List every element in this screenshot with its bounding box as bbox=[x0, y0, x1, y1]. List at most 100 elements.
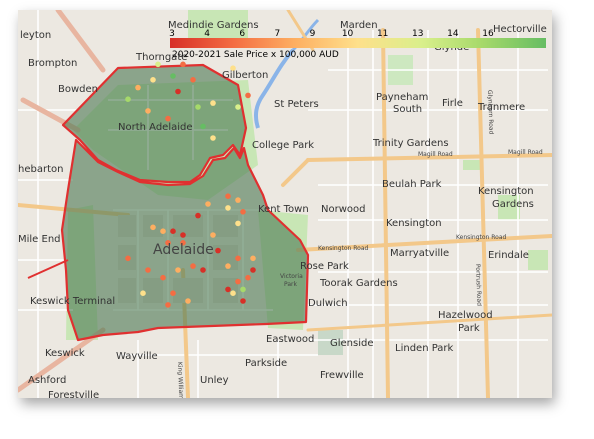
colorbar-tick-label: 11 bbox=[377, 29, 388, 39]
sale-marker[interactable] bbox=[225, 263, 231, 269]
colorbar-tick-label: 6 bbox=[239, 29, 245, 39]
colorbar-tick-label: 14 bbox=[447, 29, 459, 39]
sale-marker[interactable] bbox=[195, 104, 201, 110]
colorbar-tick-label: 16 bbox=[482, 29, 494, 39]
sale-marker[interactable] bbox=[235, 104, 241, 110]
label-rose-park: Rose Park bbox=[300, 261, 349, 272]
label-hazelwood-park: Park bbox=[458, 323, 480, 334]
label-dulwich: Dulwich bbox=[308, 298, 348, 309]
colorbar-tick-label: 7 bbox=[274, 29, 280, 39]
sale-marker[interactable] bbox=[230, 290, 236, 297]
sale-marker[interactable] bbox=[240, 298, 246, 304]
sale-marker[interactable] bbox=[175, 88, 181, 95]
sale-marker[interactable] bbox=[135, 84, 141, 91]
label-adelaide: Adelaide bbox=[153, 242, 214, 258]
sale-marker[interactable] bbox=[240, 286, 246, 293]
sale-marker[interactable] bbox=[200, 123, 206, 130]
sale-marker[interactable] bbox=[245, 92, 251, 99]
map-frame[interactable]: Medindie Gardens Marden Hectorville leyt… bbox=[18, 10, 552, 398]
sale-marker[interactable] bbox=[170, 73, 176, 79]
sale-marker[interactable] bbox=[205, 201, 211, 207]
sale-marker[interactable] bbox=[125, 255, 131, 262]
label-payneham-south: South bbox=[393, 104, 422, 115]
sale-marker[interactable] bbox=[240, 209, 246, 215]
colorbar-gradient bbox=[170, 38, 546, 48]
label-kensington: Kensington bbox=[478, 186, 534, 197]
label-mile-end: Mile End bbox=[18, 234, 61, 245]
label-wayville: Wayville bbox=[116, 351, 158, 362]
label-trinity-gardens: Trinity Gardens bbox=[372, 138, 449, 149]
sale-marker[interactable] bbox=[210, 135, 216, 141]
label-hebarton: hebarton bbox=[18, 164, 63, 175]
colorbar-tick-label: 4 bbox=[204, 29, 210, 39]
label-victoria: Victoria bbox=[280, 273, 303, 280]
sale-marker[interactable] bbox=[150, 77, 156, 83]
label-magill-road-1: Magill Road bbox=[418, 151, 453, 158]
label-kent-town: Kent Town bbox=[258, 204, 309, 215]
sale-marker[interactable] bbox=[225, 193, 231, 199]
label-unley: Unley bbox=[200, 375, 229, 386]
label-magill-road-2: Magill Road bbox=[508, 149, 543, 156]
sale-marker[interactable] bbox=[145, 267, 151, 273]
label-kensington-gardens: Gardens bbox=[492, 199, 534, 210]
label-north-adelaide: North Adelaide bbox=[118, 122, 193, 133]
sale-marker[interactable] bbox=[165, 115, 171, 122]
sale-marker[interactable] bbox=[210, 100, 216, 106]
label-kensington-2: Kensington bbox=[386, 218, 442, 229]
sale-marker[interactable] bbox=[175, 267, 181, 273]
label-erindale: Erindale bbox=[488, 250, 529, 261]
sale-marker[interactable] bbox=[225, 286, 231, 293]
sale-marker[interactable] bbox=[180, 232, 186, 238]
sale-marker[interactable] bbox=[250, 267, 256, 273]
sale-marker[interactable] bbox=[190, 263, 196, 269]
sale-marker[interactable] bbox=[185, 298, 191, 304]
label-keswick: Keswick bbox=[45, 348, 85, 359]
sale-marker[interactable] bbox=[190, 77, 196, 83]
colorbar-title: 2020-2021 Sale Price x 100,000 AUD bbox=[172, 50, 339, 60]
label-gilberton: Gilberton bbox=[222, 70, 268, 81]
label-payneham: Payneham bbox=[376, 92, 428, 103]
label-college-park: College Park bbox=[252, 140, 314, 151]
sale-marker[interactable] bbox=[235, 197, 241, 203]
sale-marker[interactable] bbox=[215, 247, 221, 254]
map-canvas[interactable]: Medindie Gardens Marden Hectorville leyt… bbox=[18, 10, 552, 398]
sale-marker[interactable] bbox=[160, 274, 166, 281]
sale-marker[interactable] bbox=[170, 228, 176, 234]
sale-marker[interactable] bbox=[150, 224, 156, 231]
sale-marker[interactable] bbox=[145, 108, 151, 114]
sale-marker[interactable] bbox=[245, 274, 251, 281]
sale-marker[interactable] bbox=[195, 212, 201, 219]
colorbar-tick-label: 3 bbox=[169, 29, 175, 39]
label-leyton: leyton bbox=[20, 30, 51, 41]
label-toorak-gardens: Toorak Gardens bbox=[319, 278, 398, 289]
sale-marker[interactable] bbox=[200, 267, 206, 273]
label-brompton: Brompton bbox=[28, 58, 77, 69]
label-ashford: Ashford bbox=[28, 375, 66, 386]
sale-marker[interactable] bbox=[235, 220, 241, 227]
label-firle: Firle bbox=[442, 98, 463, 109]
sale-marker[interactable] bbox=[170, 290, 176, 297]
sale-marker[interactable] bbox=[235, 278, 241, 285]
sale-marker[interactable] bbox=[165, 302, 171, 308]
sale-marker[interactable] bbox=[160, 228, 166, 234]
label-victoria-park: Park bbox=[284, 281, 297, 288]
sale-marker[interactable] bbox=[210, 232, 216, 238]
label-norwood: Norwood bbox=[321, 204, 365, 215]
label-glenside: Glenside bbox=[330, 338, 374, 349]
sale-marker[interactable] bbox=[225, 205, 231, 211]
label-king-william-road: King William Road bbox=[176, 362, 185, 398]
sale-marker[interactable] bbox=[125, 96, 131, 102]
label-marryatville: Marryatville bbox=[390, 248, 449, 259]
label-hectorville: Hectorville bbox=[493, 24, 547, 35]
label-linden-park: Linden Park bbox=[395, 343, 454, 354]
label-frewville: Frewville bbox=[320, 370, 364, 381]
label-beulah-park: Beulah Park bbox=[382, 179, 442, 190]
label-keswick-terminal: Keswick Terminal bbox=[30, 296, 115, 307]
sale-marker[interactable] bbox=[250, 255, 256, 262]
sale-marker[interactable] bbox=[140, 290, 146, 297]
label-eastwood: Eastwood bbox=[266, 334, 314, 345]
label-tranmere: Tranmere bbox=[477, 102, 525, 113]
colorbar-tick-label: 9 bbox=[310, 29, 316, 39]
sale-marker[interactable] bbox=[235, 255, 241, 262]
label-bowden: Bowden bbox=[58, 84, 98, 95]
